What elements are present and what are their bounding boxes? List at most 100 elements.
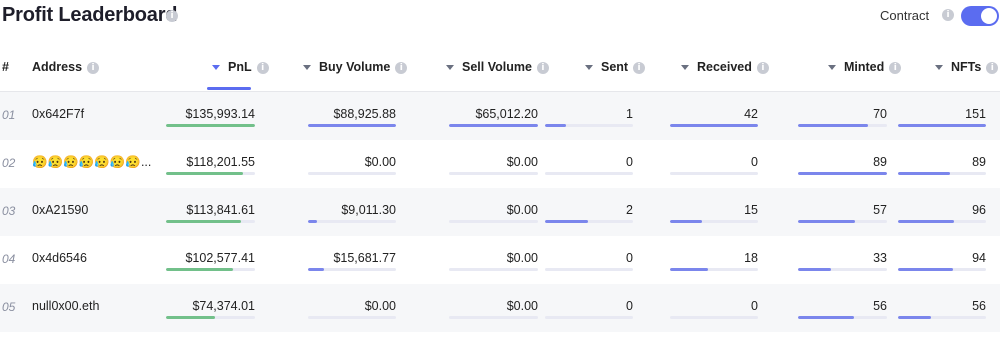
nfts-value: 94 bbox=[972, 251, 986, 265]
pnl-bar-fill bbox=[166, 172, 243, 175]
info-icon[interactable]: i bbox=[756, 61, 769, 74]
address-link[interactable]: 0x4d6546 bbox=[32, 251, 87, 265]
sent-bar bbox=[545, 268, 633, 271]
minted-value: 89 bbox=[873, 155, 887, 169]
sent-value: 0 bbox=[626, 299, 633, 313]
buy-volume-value: $88,925.88 bbox=[333, 107, 396, 121]
received-bar bbox=[670, 268, 758, 271]
table-row[interactable]: 02 😥😥😥😥😥😥😥... $118,201.55 $0.00 $0.00 0 0 89 89 bbox=[0, 140, 1000, 188]
active-sort-indicator bbox=[207, 87, 251, 90]
info-icon[interactable]: i bbox=[633, 61, 646, 74]
table-row[interactable]: 05 null0x00.eth $74,374.01 $0.00 $0.00 0 0 56 56 bbox=[0, 284, 1000, 332]
minted-bar-fill bbox=[798, 268, 831, 271]
rank-cell: 01 bbox=[2, 108, 16, 122]
sell-volume-bar bbox=[449, 316, 538, 319]
contract-toggle[interactable] bbox=[961, 6, 999, 26]
sent-bar bbox=[545, 316, 633, 319]
contract-label: Contract bbox=[880, 8, 930, 23]
info-icon[interactable]: i bbox=[942, 9, 954, 21]
sell-volume-bar-fill bbox=[449, 124, 538, 127]
buy-volume-bar-fill bbox=[308, 124, 396, 127]
buy-volume-bar bbox=[308, 316, 396, 319]
minted-bar bbox=[798, 172, 887, 175]
sent-value: 0 bbox=[626, 251, 633, 265]
leaderboard-rows: 01 0x642F7f $135,993.14 $88,925.88 $65,012.2… bbox=[0, 92, 1000, 332]
nfts-bar-fill bbox=[898, 220, 954, 223]
pnl-bar-fill bbox=[166, 124, 255, 127]
column-header-sell-volume[interactable]: Sell Volume i bbox=[446, 60, 549, 74]
address-link[interactable]: 0x642F7f bbox=[32, 107, 84, 121]
sell-volume-bar bbox=[449, 124, 538, 127]
sell-volume-value: $0.00 bbox=[506, 155, 538, 169]
received-bar-fill bbox=[670, 220, 702, 223]
nfts-bar bbox=[898, 268, 986, 271]
pnl-value: $135,993.14 bbox=[185, 107, 255, 121]
sent-bar-fill bbox=[545, 220, 588, 223]
sell-volume-value: $0.00 bbox=[506, 251, 538, 265]
address-link[interactable]: null0x00.eth bbox=[32, 299, 99, 313]
info-icon[interactable]: i bbox=[395, 61, 408, 74]
pnl-bar bbox=[166, 268, 255, 271]
column-header-minted[interactable]: Minted i bbox=[828, 60, 902, 74]
table-row[interactable]: 04 0x4d6546 $102,577.41 $15,681.77 $0.00 0 18 3… bbox=[0, 236, 1000, 284]
buy-volume-value: $15,681.77 bbox=[333, 251, 396, 265]
leaderboard-header: Profit Leaderboard i Contract i bbox=[0, 0, 1000, 32]
received-bar bbox=[670, 124, 758, 127]
info-icon[interactable]: i bbox=[889, 61, 902, 74]
minted-value: 56 bbox=[873, 299, 887, 313]
pnl-value: $113,841.61 bbox=[186, 203, 255, 217]
address-link[interactable]: 0xA21590 bbox=[32, 203, 88, 217]
info-icon[interactable]: i bbox=[986, 61, 999, 74]
sent-bar bbox=[545, 220, 633, 223]
minted-value: 33 bbox=[873, 251, 887, 265]
rank-cell: 03 bbox=[2, 204, 16, 218]
sell-volume-bar bbox=[449, 268, 538, 271]
minted-bar-fill bbox=[798, 124, 868, 127]
column-header-nfts[interactable]: NFTs i bbox=[935, 60, 999, 74]
table-row[interactable]: 01 0x642F7f $135,993.14 $88,925.88 $65,012.2… bbox=[0, 92, 1000, 140]
minted-bar-fill bbox=[798, 316, 854, 319]
minted-value: 70 bbox=[873, 107, 887, 121]
nfts-bar bbox=[898, 124, 986, 127]
minted-bar bbox=[798, 220, 887, 223]
table-row[interactable]: 03 0xA21590 $113,841.61 $9,011.30 $0.00 2 15 57… bbox=[0, 188, 1000, 236]
received-value: 15 bbox=[744, 203, 758, 217]
column-header-buy-volume[interactable]: Buy Volume i bbox=[303, 60, 408, 74]
sell-volume-value: $0.00 bbox=[506, 203, 538, 217]
toggle-knob bbox=[981, 8, 997, 24]
info-icon[interactable]: i bbox=[166, 10, 178, 22]
sort-arrow-icon bbox=[828, 65, 836, 71]
column-header-sent[interactable]: Sent i bbox=[585, 60, 646, 74]
column-header-received[interactable]: Received i bbox=[681, 60, 769, 74]
sort-arrow-icon bbox=[212, 65, 220, 71]
info-icon[interactable]: i bbox=[87, 61, 100, 74]
received-value: 42 bbox=[744, 107, 758, 121]
column-header-pnl[interactable]: PnL i bbox=[212, 60, 269, 74]
buy-volume-value: $0.00 bbox=[364, 299, 396, 313]
pnl-value: $118,201.55 bbox=[186, 155, 255, 169]
address-link[interactable]: 😥😥😥😥😥😥😥... bbox=[32, 155, 151, 170]
nfts-value: 89 bbox=[972, 155, 986, 169]
pnl-value: $74,374.01 bbox=[192, 299, 255, 313]
received-bar-fill bbox=[670, 268, 708, 271]
info-icon[interactable]: i bbox=[256, 61, 269, 74]
buy-volume-bar bbox=[308, 172, 396, 175]
buy-volume-bar bbox=[308, 268, 396, 271]
sort-arrow-icon bbox=[303, 65, 311, 71]
nfts-value: 56 bbox=[972, 299, 986, 313]
sent-value: 1 bbox=[626, 107, 633, 121]
minted-value: 57 bbox=[873, 203, 887, 217]
sent-bar-fill bbox=[545, 124, 566, 127]
info-icon[interactable]: i bbox=[536, 61, 549, 74]
received-bar-fill bbox=[670, 124, 758, 127]
nfts-value: 151 bbox=[965, 107, 986, 121]
rank-cell: 04 bbox=[2, 252, 16, 266]
table-header: # Address i PnL i Buy Volume i Sell Volume i… bbox=[0, 40, 1000, 92]
page-title: Profit Leaderboard bbox=[2, 4, 178, 26]
received-value: 0 bbox=[751, 299, 758, 313]
sent-value: 2 bbox=[626, 203, 633, 217]
column-header-address[interactable]: Address i bbox=[32, 60, 100, 74]
pnl-bar-fill bbox=[166, 268, 233, 271]
sell-volume-bar bbox=[449, 172, 538, 175]
minted-bar-fill bbox=[798, 172, 887, 175]
